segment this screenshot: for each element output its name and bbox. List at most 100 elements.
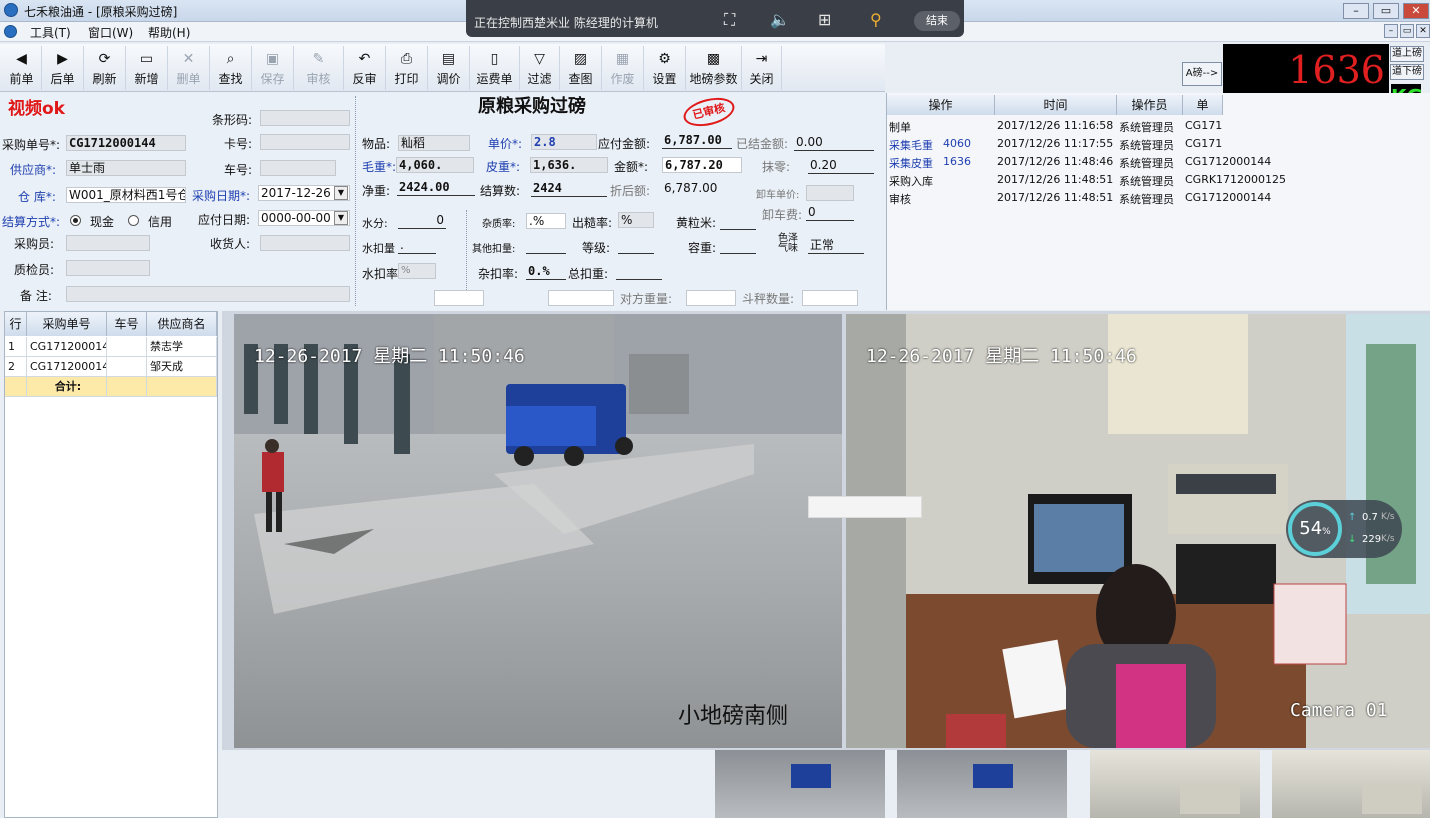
grid-cell[interactable] [107, 357, 147, 377]
toolbar-button[interactable]: ◀ 前单 [2, 46, 42, 90]
toolbar-button-label: 查图 [568, 72, 593, 86]
impurity-rate-field[interactable]: 0.% [526, 264, 566, 280]
grid-cell[interactable] [107, 337, 147, 357]
amount-field[interactable]: 6,787.20 [662, 157, 742, 173]
camera-1-timestamp: 12-26-2017 星期二 11:50:46 [254, 346, 525, 367]
toolbar-button[interactable]: ▯ 运费单 [470, 46, 520, 90]
toolbar-button[interactable]: ✕ 删单 [168, 46, 210, 90]
toolbar-button[interactable]: ▶ 后单 [42, 46, 84, 90]
close-window-button[interactable]: ✕ [1403, 3, 1429, 19]
card-field[interactable] [260, 134, 350, 150]
camera-1-feed: 12-26-2017 星期二 11:50:46 小地磅南侧 [234, 314, 842, 748]
supplier-field[interactable]: 单士雨 [66, 160, 186, 176]
grid-cell[interactable]: 2 [5, 357, 27, 377]
grade-field[interactable] [618, 238, 654, 254]
speaker-icon[interactable]: 🔈 [770, 10, 790, 29]
toolbar-button[interactable]: ✎ 审核 [294, 46, 344, 90]
buyer-label: 采购员: [14, 237, 55, 251]
gross-weight-field[interactable]: 4,060. [396, 157, 474, 173]
toolbar-button[interactable]: ⚙ 设置 [644, 46, 686, 90]
camera-thumbnail-3[interactable] [1090, 750, 1260, 818]
inspector-field[interactable] [66, 260, 150, 276]
buyer-field[interactable] [66, 235, 150, 251]
remark-field[interactable] [66, 286, 350, 302]
moisture-field[interactable]: 0 [398, 213, 446, 229]
order-no-field[interactable]: CG1712000144 [66, 135, 186, 151]
toolbar-button[interactable]: ⇥ 关闭 [742, 46, 782, 90]
menu-window[interactable]: 窗口(W) [88, 24, 133, 41]
grid-column-header[interactable]: 行 [5, 312, 27, 336]
scale-a-button[interactable]: A磅--> [1182, 62, 1222, 86]
menu-tools[interactable]: 工具(T) [30, 24, 71, 41]
yellow-grain-field[interactable] [720, 214, 756, 230]
toolbar-button[interactable]: ▦ 作废 [602, 46, 644, 90]
bucket-count-field[interactable] [802, 290, 858, 306]
end-session-button[interactable]: 结束 [914, 11, 960, 31]
settle-cash-radio[interactable] [70, 215, 81, 226]
unload-price-field[interactable] [806, 185, 854, 201]
mdi-restore-button[interactable]: ▭ [1400, 24, 1414, 38]
log-column-header[interactable]: 操作 [887, 95, 995, 115]
fullscreen-icon[interactable]: ⛶ [724, 10, 735, 30]
toolbar-button[interactable]: ▭ 新增 [126, 46, 168, 90]
grid-cell[interactable]: 邹天成 [147, 357, 217, 377]
impurity-field[interactable]: .% [526, 213, 566, 229]
mdi-minimize-button[interactable]: – [1384, 24, 1398, 38]
other-deduct-field[interactable] [526, 238, 566, 254]
pin-icon[interactable]: ⚲ [870, 10, 882, 29]
toolbar-button[interactable]: ⌕ 查找 [210, 46, 252, 90]
grid-cell[interactable]: CG1712000145 [27, 337, 107, 357]
water-rate-field[interactable]: % [398, 263, 436, 279]
tare-weight-field[interactable]: 1,636. [530, 157, 608, 173]
grid-cell[interactable]: 1 [5, 337, 27, 357]
discount-amount-field: 6,787.00 [664, 181, 718, 195]
toolbar-button-label: 保存 [260, 72, 285, 86]
chevron-down-icon[interactable]: ▼ [334, 186, 348, 200]
plate-field[interactable] [260, 160, 336, 176]
mdi-close-button[interactable]: ✕ [1416, 24, 1430, 38]
total-deduct-field[interactable] [616, 264, 662, 280]
grid-column-header[interactable]: 供应商名 [147, 312, 217, 336]
toolbar-button[interactable]: ▩ 地磅参数 [686, 46, 742, 90]
grid-column-header[interactable]: 车号 [107, 312, 147, 336]
toolbar-button[interactable]: ▣ 保存 [252, 46, 294, 90]
minimize-button[interactable]: – [1343, 3, 1369, 19]
camera-thumbnail-2[interactable] [897, 750, 1067, 818]
other-weight-field[interactable] [686, 290, 736, 306]
yield-field[interactable]: % [618, 212, 654, 228]
window-mode-icon[interactable]: ⊞ [818, 10, 831, 29]
toolbar-button[interactable]: ▤ 调价 [428, 46, 470, 90]
grid-column-header[interactable]: 采购单号 [27, 312, 107, 336]
chevron-down-icon[interactable]: ▼ [334, 211, 348, 225]
item-field[interactable]: 籼稻 [398, 135, 470, 151]
log-column-header[interactable]: 时间 [995, 95, 1117, 115]
receiver-field[interactable] [260, 235, 350, 251]
color-odor-field[interactable]: 正常 [808, 238, 864, 254]
extra-field-2[interactable] [548, 290, 614, 306]
settle-credit-radio[interactable] [128, 215, 139, 226]
barcode-field[interactable] [260, 110, 350, 126]
menu-help[interactable]: 帮助(H) [148, 24, 190, 41]
grid-cell[interactable]: 禁志学 [147, 337, 217, 357]
log-column-header[interactable]: 操作员 [1117, 95, 1183, 115]
toolbar-button[interactable]: ▽ 过滤 [520, 46, 560, 90]
extra-field-1[interactable] [434, 290, 484, 306]
toolbar-button-label: 后单 [50, 72, 75, 86]
log-column-header[interactable]: 单 [1183, 95, 1223, 115]
toolbar-button[interactable]: ▨ 查图 [560, 46, 602, 90]
toolbar-button[interactable]: ⟳ 刷新 [84, 46, 126, 90]
down-scale-button[interactable]: 道下磅 [1390, 64, 1424, 80]
toolbar-button[interactable]: ↶ 反审 [344, 46, 386, 90]
toolbar-button[interactable]: ⎙ 打印 [386, 46, 428, 90]
log-document: CGRK1712000125 [1185, 173, 1287, 186]
camera-thumbnail-4[interactable] [1272, 750, 1430, 818]
capacity-field[interactable] [720, 238, 756, 254]
price-field[interactable]: 2.8 [531, 134, 597, 150]
water-deduct-field[interactable]: . [398, 238, 436, 254]
grid-cell[interactable]: CG1712000146 [27, 357, 107, 377]
up-scale-button[interactable]: 道上磅 [1390, 46, 1424, 62]
log-time: 2017/12/26 11:48:51 [997, 173, 1114, 186]
restore-button[interactable]: ▭ [1373, 3, 1399, 19]
camera-thumbnail-1[interactable] [715, 750, 885, 818]
warehouse-field[interactable]: W001_原材料西1号仓 [66, 187, 186, 203]
